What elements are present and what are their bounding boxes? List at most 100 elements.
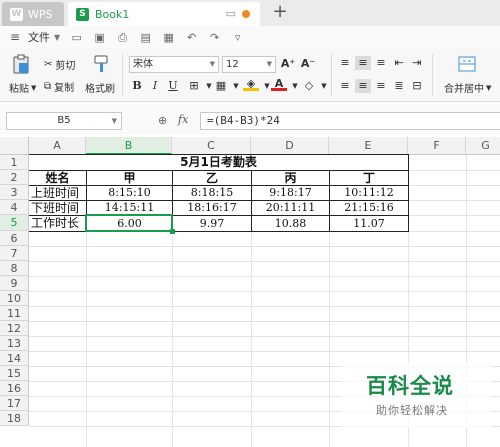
column-header-c[interactable]: C [172, 137, 251, 155]
cell-b4[interactable]: 14:15:11 [87, 201, 172, 215]
cell-b3[interactable]: 8:15:10 [87, 186, 172, 200]
ribbon-divider [432, 54, 433, 96]
align-top-icon[interactable]: ≡ [337, 56, 353, 70]
menu-file[interactable]: 文件 [28, 29, 50, 45]
column-header-f[interactable]: F [408, 137, 466, 155]
copy-button[interactable]: ⧉ 复制 [44, 79, 74, 94]
clear-format-icon[interactable]: ◇ [301, 79, 317, 93]
cell-d4[interactable]: 20:11:11 [252, 201, 329, 215]
row-header-13[interactable]: 13 [0, 336, 29, 351]
redo-icon[interactable]: ↷ [208, 31, 221, 44]
print-icon[interactable]: ⎙ [116, 31, 129, 44]
cell-c3[interactable]: 8:18:15 [173, 186, 251, 200]
row-header-4[interactable]: 4 [0, 200, 29, 215]
row-header-17[interactable]: 17 [0, 396, 29, 411]
undo-icon[interactable]: ↶ [185, 31, 198, 44]
cell-style-icon[interactable]: ▦ [213, 79, 229, 93]
paste-icon[interactable] [11, 54, 31, 74]
column-header-g[interactable]: G [466, 137, 500, 155]
align-left-icon[interactable]: ≡ [337, 79, 353, 93]
cell-e5[interactable]: 11.07 [330, 216, 408, 231]
column-header-a[interactable]: A [29, 137, 86, 155]
add-tab-button[interactable]: + [270, 2, 290, 24]
borders-icon[interactable]: ⊞ [186, 79, 202, 93]
select-all-corner[interactable] [0, 137, 29, 155]
cell-c5[interactable]: 9.97 [173, 216, 251, 231]
row-header-2[interactable]: 2 [0, 170, 29, 185]
format-painter-button[interactable]: 格式刷 [85, 80, 115, 95]
row-header-7[interactable]: 7 [0, 246, 29, 261]
export-pdf-icon[interactable]: ▦ [162, 31, 175, 44]
screen-icon[interactable]: ▭ [226, 7, 236, 20]
underline-icon[interactable]: U [165, 79, 181, 93]
row-header-9[interactable]: 9 [0, 276, 29, 291]
cell-d5[interactable]: 10.88 [252, 216, 329, 231]
font-size-select[interactable]: 12 ▼ [222, 56, 276, 73]
row-header-5[interactable]: 5 [0, 215, 29, 231]
fx-icon[interactable]: fx [178, 113, 188, 126]
italic-icon[interactable]: I [147, 79, 163, 93]
row-header-18[interactable]: 18 [0, 411, 29, 426]
cell-d2[interactable]: 丙 [252, 171, 329, 185]
cell-c4[interactable]: 18:16:17 [173, 201, 251, 215]
align-right-icon[interactable]: ≡ [373, 79, 389, 93]
cell-a4[interactable]: 下班时间 [29, 201, 86, 215]
open-folder-icon[interactable]: ▭ [70, 31, 83, 44]
zoom-magnifier-icon[interactable]: ⊕ [158, 114, 167, 127]
grow-font-icon[interactable]: A⁺ [280, 57, 296, 71]
cell-a3[interactable]: 上班时间 [29, 186, 86, 200]
row-header-3[interactable]: 3 [0, 185, 29, 200]
row-header-8[interactable]: 8 [0, 261, 29, 276]
justify-icon[interactable]: ≣ [391, 79, 407, 93]
row-header-15[interactable]: 15 [0, 366, 29, 381]
cut-button[interactable]: ✂ 剪切 [44, 57, 75, 72]
table-title[interactable]: 5月1日考勤表 [29, 155, 408, 170]
cell-a5[interactable]: 工作时长 [29, 216, 86, 231]
cell-b2[interactable]: 甲 [87, 171, 172, 185]
fill-color-icon[interactable]: ◈ [243, 77, 259, 91]
column-header-b[interactable]: B [86, 137, 172, 155]
merge-center-icon[interactable] [457, 54, 477, 74]
chevron-down-icon[interactable]: ▼ [54, 33, 60, 42]
cell-e4[interactable]: 21:15:16 [330, 201, 408, 215]
tab-book1[interactable]: S Book1 ▭ [68, 2, 260, 26]
align-center-icon[interactable]: ≡ [355, 79, 371, 93]
chevron-down-icon[interactable]: ▼ [228, 79, 244, 93]
font-color-icon[interactable]: A [271, 77, 287, 91]
bold-icon[interactable]: B [129, 79, 145, 93]
row-header-16[interactable]: 16 [0, 381, 29, 396]
hamburger-icon[interactable]: ≡ [10, 30, 22, 44]
indent-increase-icon[interactable]: ⇥ [409, 56, 425, 70]
cell-c2[interactable]: 乙 [173, 171, 251, 185]
shrink-font-icon[interactable]: A⁻ [300, 57, 316, 71]
formula-input[interactable]: =(B4-B3)*24 [200, 112, 500, 130]
cell-d3[interactable]: 9:18:17 [252, 186, 329, 200]
chevron-down-icon[interactable]: ▼ [316, 79, 332, 93]
distributed-icon[interactable]: ⊟ [409, 79, 425, 93]
font-name-select[interactable]: 宋体 ▼ [129, 56, 219, 73]
column-header-e[interactable]: E [329, 137, 408, 155]
row-header-10[interactable]: 10 [0, 291, 29, 306]
merge-center-button[interactable]: 合并居中 ▼ [444, 80, 491, 96]
unsaved-dot-icon[interactable] [242, 10, 250, 18]
print-preview-icon[interactable]: ▤ [139, 31, 152, 44]
tab-wps[interactable]: W WPS [2, 2, 64, 26]
format-painter-icon[interactable] [91, 54, 111, 74]
cell-e2[interactable]: 丁 [330, 171, 408, 185]
row-header-12[interactable]: 12 [0, 321, 29, 336]
align-bottom-icon[interactable]: ≡ [373, 56, 389, 70]
customize-icon[interactable]: ▿ [231, 31, 244, 44]
paste-button[interactable]: 粘贴 ▼ [9, 80, 36, 96]
column-header-d[interactable]: D [251, 137, 329, 155]
cell-a2[interactable]: 姓名 [29, 171, 86, 185]
row-header-1[interactable]: 1 [0, 155, 29, 170]
row-header-11[interactable]: 11 [0, 306, 29, 321]
fill-handle[interactable] [170, 229, 175, 234]
row-header-6[interactable]: 6 [0, 231, 29, 246]
align-middle-icon[interactable]: ≡ [355, 56, 371, 70]
cell-e3[interactable]: 10:11:12 [330, 186, 408, 200]
indent-decrease-icon[interactable]: ⇤ [391, 56, 407, 70]
save-icon[interactable]: ▣ [93, 31, 106, 44]
name-box[interactable]: B5 ▼ [6, 112, 122, 130]
row-header-14[interactable]: 14 [0, 351, 29, 366]
